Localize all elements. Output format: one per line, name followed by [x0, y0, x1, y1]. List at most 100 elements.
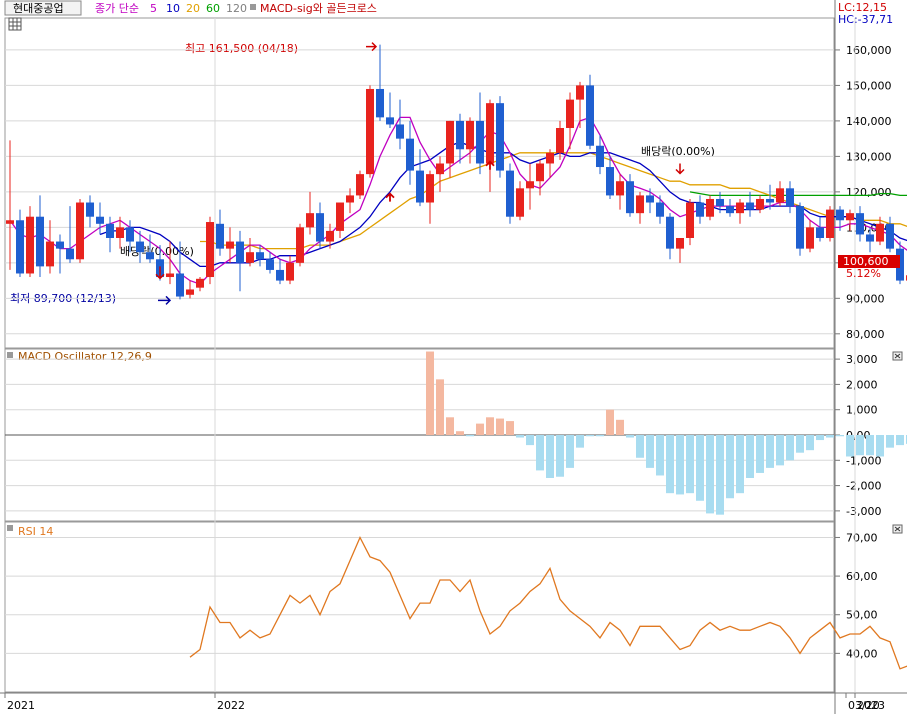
price-tick-label: 140,000 — [846, 115, 892, 128]
indicator-legend: MACD-sig와 골든크로스 — [260, 2, 377, 15]
candle-body — [636, 195, 644, 214]
candle-body — [536, 163, 544, 182]
candle-body — [796, 206, 804, 249]
candle-body — [6, 220, 14, 224]
hc-readout: HC:-37,71 — [838, 13, 893, 26]
macd-bar — [556, 435, 564, 477]
macd-bar — [846, 435, 854, 457]
indicator-toggle-icon[interactable] — [250, 4, 256, 10]
grid-toggle-icon[interactable] — [8, 17, 22, 31]
macd-tick-label: 3,000 — [846, 353, 878, 366]
candle-body — [646, 195, 654, 203]
x-tick-label: 2022 — [217, 699, 245, 712]
candle-body — [786, 188, 794, 207]
candle-body — [656, 202, 664, 217]
candle-body — [666, 216, 674, 249]
ma-legend-5: 5 — [150, 2, 157, 15]
macd-bar — [586, 435, 594, 437]
macd-bar — [566, 435, 574, 468]
macd-close-icon[interactable] — [892, 351, 903, 361]
price-tick-label: 90,000 — [846, 292, 885, 305]
candle-body — [596, 145, 604, 168]
candle-body — [296, 227, 304, 263]
macd-bar — [796, 435, 804, 453]
candle-body — [266, 259, 274, 270]
candle-body — [586, 85, 594, 146]
candle-body — [476, 120, 484, 164]
rsi-panel[interactable] — [4, 521, 835, 693]
candle-body — [816, 227, 824, 238]
candle-body — [556, 128, 564, 153]
candle-body — [256, 252, 264, 260]
candle-body — [146, 252, 154, 260]
macd-bar — [666, 435, 674, 494]
candle-body — [516, 188, 524, 217]
rsi-title: RSI 14 — [18, 525, 53, 538]
candle-body — [366, 88, 374, 175]
last-change: 5.12% — [846, 267, 881, 280]
macd-bar — [476, 423, 484, 435]
candle-body — [846, 213, 854, 221]
candle-body — [106, 223, 114, 238]
macd-bar — [786, 435, 794, 461]
macd-title-icon[interactable] — [7, 352, 13, 358]
rsi-tick-label: 40,00 — [846, 647, 878, 660]
macd-bar — [466, 435, 474, 437]
macd-bar — [516, 435, 524, 438]
candle-body — [376, 88, 384, 118]
candle-body — [206, 222, 214, 278]
candle-body — [746, 202, 754, 210]
candle-body — [566, 99, 574, 128]
price-tick-label: 80,000 — [846, 328, 885, 341]
macd-bar — [856, 435, 864, 456]
price-tick-label: 130,000 — [846, 150, 892, 163]
candle-body — [756, 198, 764, 210]
candle-body — [66, 248, 74, 260]
macd-bar — [756, 435, 764, 473]
rsi-close-icon[interactable] — [892, 524, 903, 534]
candle-body — [26, 216, 34, 274]
candle-body — [876, 223, 884, 242]
macd-bar — [626, 435, 634, 438]
candle-body — [576, 85, 584, 100]
candle-body — [606, 167, 614, 196]
x-tick-label: 2021 — [7, 699, 35, 712]
candle-body — [306, 213, 314, 228]
macd-bar — [656, 435, 664, 476]
candle-body — [696, 202, 704, 217]
macd-bar — [816, 435, 824, 441]
candle-body — [426, 174, 434, 203]
macd-bar — [486, 417, 494, 435]
stock-chart[interactable]: 현대중공업 종가 단순 5 10 20 60 120 MACD-sig와 골든크… — [0, 0, 907, 714]
price-tick-label: 160,000 — [846, 44, 892, 57]
candle-body — [246, 252, 254, 263]
candle-body — [546, 152, 554, 164]
macd-bar — [886, 435, 894, 448]
candle-body — [76, 202, 84, 260]
price-tick-label: 120,000 — [846, 186, 892, 199]
candle-body — [676, 238, 684, 249]
candle-body — [136, 241, 144, 253]
candle-body — [866, 234, 874, 242]
candle-body — [216, 223, 224, 249]
candle-body — [396, 124, 404, 139]
candle-body — [326, 230, 334, 242]
rsi-title-icon[interactable] — [7, 525, 13, 531]
candle-body — [856, 213, 864, 235]
candle-body — [736, 202, 744, 214]
macd-bar — [536, 435, 544, 471]
candle-body — [276, 269, 284, 281]
candle-body — [236, 241, 244, 263]
candle-body — [486, 103, 494, 164]
candle-body — [776, 188, 784, 203]
macd-tick-label: 1,000 — [846, 404, 878, 417]
candle-body — [686, 202, 694, 238]
candle-body — [836, 209, 844, 221]
macd-bar — [696, 435, 704, 501]
macd-bar — [776, 435, 784, 466]
candle-body — [406, 138, 414, 171]
macd-bar — [716, 435, 724, 515]
macd-bar — [826, 435, 834, 438]
macd-bar — [426, 351, 434, 435]
candle-body — [336, 202, 344, 231]
